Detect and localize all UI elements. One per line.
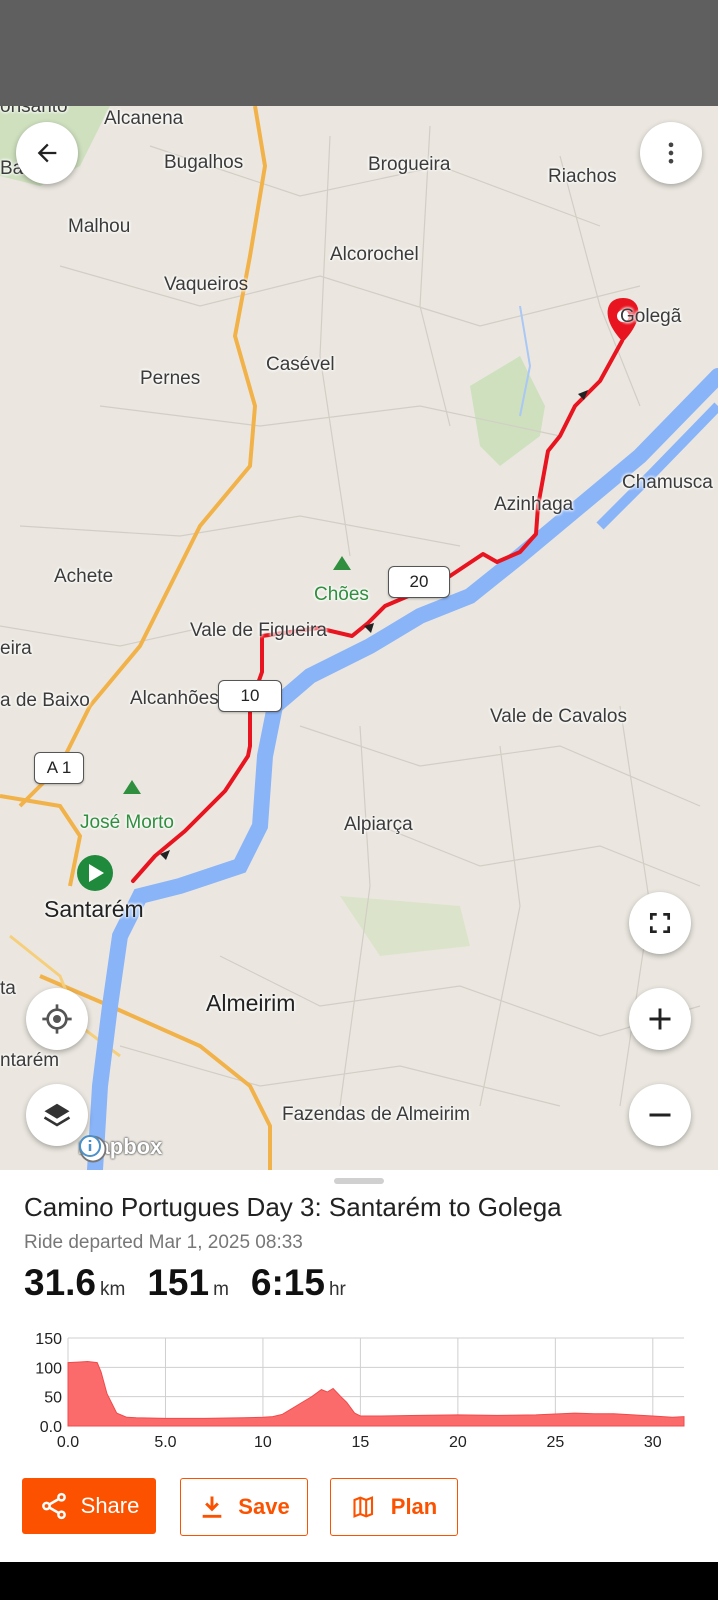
place-label: Alcorochel	[330, 244, 419, 265]
elevation-area	[67, 1360, 685, 1427]
elevation-value: 151	[147, 1262, 210, 1303]
place-label: Vale de Figueira	[190, 620, 327, 641]
fullscreen-icon	[649, 912, 671, 934]
place-label: Riachos	[548, 166, 617, 187]
elevation-unit: m	[213, 1279, 229, 1300]
place-label: ta	[0, 978, 16, 999]
locate-me-button[interactable]	[26, 988, 88, 1050]
distance-stat: 31.6 km	[24, 1262, 125, 1304]
x-tick-label: 0.0	[57, 1434, 79, 1451]
layers-icon	[43, 1103, 71, 1127]
system-nav-bar	[0, 1562, 718, 1600]
plan-button[interactable]: Plan	[330, 1478, 458, 1536]
map-pin-icon	[353, 1496, 373, 1518]
place-label: Vale de Cavalos	[490, 706, 627, 727]
duration-unit: hr	[328, 1279, 346, 1300]
fullscreen-button[interactable]	[629, 892, 691, 954]
x-tick-label: 5.0	[154, 1434, 176, 1451]
mapbox-attribution[interactable]: mapbox	[78, 1134, 162, 1163]
plus-icon	[649, 1008, 671, 1030]
status-bar	[0, 0, 718, 106]
activity-sheet: Camino Portugues Day 3: Santarém to Gole…	[0, 1170, 718, 1562]
place-label: Brogueira	[368, 154, 451, 175]
share-button[interactable]: Share	[22, 1478, 156, 1534]
duration-stat: 6:15 hr	[251, 1262, 346, 1304]
zoom-in-button[interactable]	[629, 988, 691, 1050]
place-label: Chões	[314, 584, 369, 605]
place-label: ntarém	[0, 1050, 60, 1071]
x-tick-label: 25	[546, 1434, 564, 1451]
distance-value: 31.6	[24, 1262, 97, 1303]
download-icon	[202, 1496, 222, 1518]
elevation-stat: 151 m	[147, 1262, 229, 1304]
sheet-drag-handle[interactable]	[334, 1178, 384, 1184]
y-tick-label: 150	[35, 1331, 62, 1348]
more-vertical-icon	[668, 142, 674, 164]
place-label: Bugalhos	[164, 152, 244, 173]
place-label: Pernes	[140, 368, 201, 389]
place-label: Alcanena	[104, 108, 184, 129]
x-tick-label: 10	[254, 1434, 272, 1451]
road-shield: 20	[388, 566, 450, 598]
place-label: José Morto	[80, 812, 174, 833]
place-label: Malhou	[68, 216, 131, 237]
y-tick-label: 50	[44, 1390, 62, 1407]
save-label: Save	[238, 1494, 290, 1519]
place-label: Golegã	[620, 306, 682, 327]
save-button[interactable]: Save	[180, 1478, 308, 1536]
x-tick-label: 30	[644, 1434, 662, 1451]
y-tick-label: 100	[35, 1360, 62, 1377]
distance-unit: km	[100, 1279, 126, 1300]
place-label: Azinhaga	[494, 494, 574, 515]
share-icon	[41, 1492, 66, 1520]
more-options-button[interactable]	[640, 122, 702, 184]
road-shield: A 1	[34, 752, 84, 784]
activity-stats: 31.6 km 151 m 6:15 hr	[24, 1262, 346, 1304]
place-label: Casével	[266, 354, 335, 375]
place-label: Alpiarça	[344, 814, 413, 835]
x-tick-label: 15	[352, 1434, 370, 1451]
place-label: Fazendas de Almeirim	[282, 1104, 470, 1125]
place-label: Vaqueiros	[164, 274, 249, 295]
info-icon[interactable]	[78, 1134, 102, 1158]
share-label: Share	[80, 1493, 140, 1518]
arrow-left-icon	[37, 143, 57, 163]
place-label: a de Baixo	[0, 690, 90, 711]
activity-title: Camino Portugues Day 3: Santarém to Gole…	[24, 1192, 562, 1222]
place-label: Chamusca	[622, 472, 713, 493]
elevation-chart[interactable]: 150100500.00.0 5.0 10 15 20 25 30	[0, 1320, 718, 1470]
place-label: Alcanhões	[130, 688, 219, 709]
back-button[interactable]	[16, 122, 78, 184]
crosshair-icon	[42, 1004, 72, 1034]
x-tick-label: 20	[449, 1434, 467, 1451]
place-label: Santarém	[44, 896, 144, 922]
duration-value: 6:15	[250, 1262, 325, 1303]
map-view[interactable]: Alcanena Bugalhos Brogueira Riachos Malhou Al…	[0, 106, 718, 1170]
place-label: eira	[0, 638, 32, 659]
place-label: onsanto	[0, 106, 68, 117]
minus-icon	[649, 1113, 671, 1117]
ride-departed-text: Ride departed Mar 1, 2025 08:33	[24, 1232, 303, 1253]
place-label: Achete	[54, 566, 114, 587]
plan-label: Plan	[390, 1494, 438, 1519]
place-label: Almeirim	[206, 990, 296, 1016]
road-shield: 10	[218, 680, 282, 712]
zoom-out-button[interactable]	[629, 1084, 691, 1146]
